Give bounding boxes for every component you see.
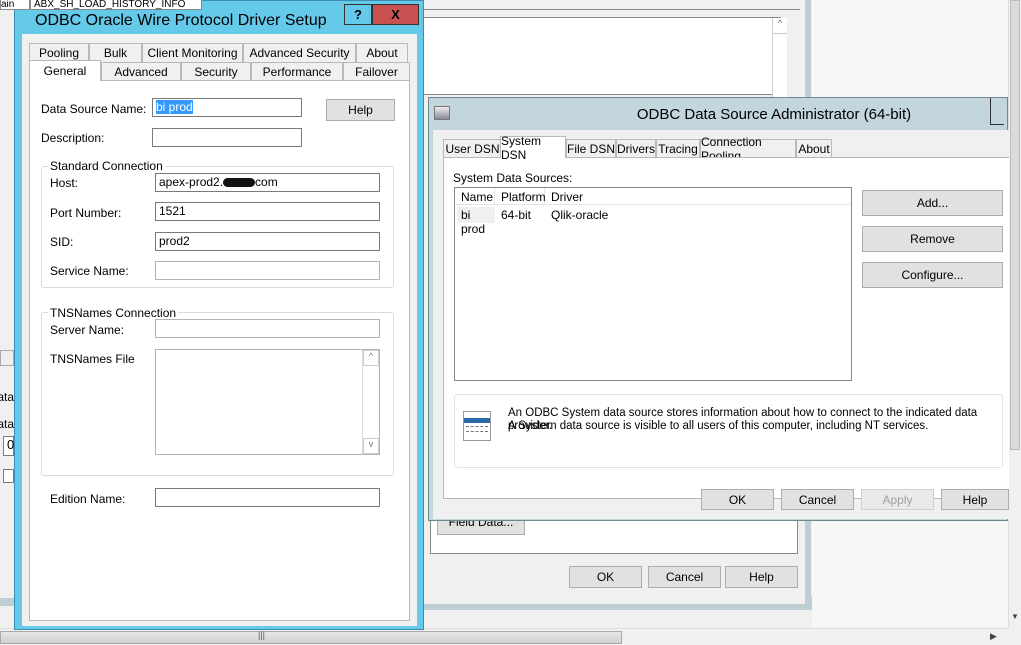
tab-advanced-security[interactable]: Advanced Security <box>243 43 356 62</box>
selected-text: bi prod <box>156 100 193 114</box>
host-label: Host: <box>50 176 79 190</box>
table-row[interactable]: bi prod 64-bit Qlik-oracle <box>455 207 851 236</box>
help-button[interactable]: Help <box>941 489 1009 510</box>
edition-name-input[interactable] <box>155 488 380 507</box>
scroll-down-icon[interactable]: v <box>363 438 379 454</box>
server-name-label: Server Name: <box>50 323 125 337</box>
odbc-admin-dialog: ODBC Data Source Administrator (64-bit) … <box>428 97 1009 521</box>
background-help-button[interactable]: Help <box>725 566 798 588</box>
background-field[interactable]: 0 <box>3 436 14 456</box>
window-frame <box>424 596 812 610</box>
cell-name: bi prod <box>457 207 495 236</box>
dialog-body: User DSN System DSN File DSN Drivers Tra… <box>433 130 1009 519</box>
service-name-label: Service Name: <box>50 264 129 278</box>
host-input[interactable]: apex-prod2. com <box>155 173 380 192</box>
background-label: ata <box>0 417 14 431</box>
data-source-name-input[interactable]: bi prod <box>152 98 302 117</box>
server-name-input[interactable] <box>155 319 380 338</box>
vertical-scrollbar[interactable]: ▼ <box>1008 0 1021 628</box>
list-label: System Data Sources: <box>453 171 573 185</box>
tab-about[interactable]: About <box>356 43 408 62</box>
description-input[interactable] <box>152 128 302 147</box>
tnsnames-file-textarea[interactable] <box>155 349 380 455</box>
ok-button[interactable]: OK <box>701 489 774 510</box>
help-button[interactable]: Help <box>326 99 395 121</box>
service-name-input[interactable] <box>155 261 380 280</box>
scroll-right-icon[interactable]: ▶ <box>990 631 997 642</box>
system-dsn-panel: System Data Sources: Name Platform Drive… <box>443 157 1009 499</box>
window-frame <box>0 598 14 606</box>
scroll-up-icon[interactable]: ^ <box>773 18 787 34</box>
question-icon: ? <box>354 7 362 22</box>
data-sources-list[interactable]: Name Platform Driver bi prod 64-bit Qlik… <box>454 187 852 381</box>
host-suffix: com <box>255 175 278 189</box>
title-button-partial[interactable] <box>990 98 1004 125</box>
textarea-scrollbar[interactable]: ^ v <box>362 350 379 454</box>
dialog-title: ODBC Data Source Administrator (64-bit) <box>636 106 912 123</box>
data-source-name-label: Data Source Name: <box>41 102 147 116</box>
cell-driver: Qlik-oracle <box>551 208 609 222</box>
tab-failover[interactable]: Failover <box>343 62 410 80</box>
dialog-title: ODBC Oracle Wire Protocol Driver Setup <box>35 12 327 29</box>
cancel-button[interactable]: Cancel <box>781 489 854 510</box>
tab-tracing[interactable]: Tracing <box>656 139 700 157</box>
group-title: TNSNames Connection <box>48 306 179 320</box>
grip-icon: ||| <box>258 630 266 640</box>
tab-connection-pooling[interactable]: Connection Pooling <box>700 135 796 163</box>
port-input[interactable]: 1521 <box>155 202 380 221</box>
group-title: Standard Connection <box>48 159 165 173</box>
tab-about[interactable]: About <box>796 139 832 157</box>
info-box: An ODBC System data source stores inform… <box>454 394 1003 468</box>
tab-advanced[interactable]: Advanced <box>101 62 181 80</box>
close-icon: X <box>391 7 400 22</box>
tab-drivers[interactable]: Drivers <box>616 139 656 157</box>
data-source-icon <box>463 411 491 441</box>
tab-user-dsn[interactable]: User DSN <box>443 139 502 157</box>
background-table-name: ABX_SH_LOAD_HISTORY_INFO <box>30 0 202 10</box>
column-header-name[interactable]: Name <box>455 188 495 205</box>
tnsnames-file-label: TNSNames File <box>50 352 135 366</box>
tab-client-monitoring[interactable]: Client Monitoring <box>142 43 243 62</box>
apply-button[interactable]: Apply <box>861 489 934 510</box>
background-cancel-button[interactable]: Cancel <box>648 566 721 588</box>
tab-system-dsn[interactable]: System DSN <box>500 134 566 162</box>
background-text-area[interactable] <box>420 17 781 95</box>
tab-security[interactable]: Security <box>181 62 251 80</box>
dialog-body: Pooling Bulk Client Monitoring Advanced … <box>22 34 417 626</box>
background-checkbox[interactable] <box>3 469 14 483</box>
edition-name-label: Edition Name: <box>50 492 126 506</box>
background-tab[interactable]: ain <box>0 0 30 10</box>
scroll-down-icon[interactable]: ▼ <box>1011 612 1019 621</box>
background-tab-stub[interactable] <box>0 350 14 366</box>
scrollbar-thumb[interactable] <box>0 631 622 644</box>
remove-button[interactable]: Remove <box>862 226 1003 252</box>
scroll-up-icon[interactable]: ^ <box>363 350 379 366</box>
description-label: Description: <box>41 131 105 145</box>
sid-label: SID: <box>50 235 74 249</box>
oracle-setup-dialog: ODBC Oracle Wire Protocol Driver Setup ?… <box>14 0 424 630</box>
column-header-platform[interactable]: Platform <box>495 188 546 205</box>
background-ok-button[interactable]: OK <box>569 566 642 588</box>
list-header: Name Platform Driver <box>455 188 851 205</box>
host-text: apex-prod2. <box>159 175 224 189</box>
general-tab-panel: Data Source Name: bi prod Help Descripti… <box>29 80 410 621</box>
redaction-mark <box>223 178 256 188</box>
tab-general[interactable]: General <box>29 60 101 81</box>
help-title-button[interactable]: ? <box>344 4 372 25</box>
background-label: ata <box>0 390 14 404</box>
background-scrollbar[interactable]: ^ <box>772 18 787 98</box>
info-text-2: A System data source is visible to all u… <box>508 420 929 432</box>
scrollbar-thumb[interactable] <box>1010 0 1020 450</box>
cell-platform: 64-bit <box>501 208 532 222</box>
tab-file-dsn[interactable]: File DSN <box>566 139 616 157</box>
column-header-driver[interactable]: Driver <box>545 188 851 205</box>
sid-input[interactable]: prod2 <box>155 232 380 251</box>
horizontal-scrollbar[interactable]: ||| ▶ <box>0 628 1008 645</box>
tab-performance[interactable]: Performance <box>251 62 343 80</box>
close-button[interactable]: X <box>372 4 419 25</box>
configure-button[interactable]: Configure... <box>862 262 1003 288</box>
port-label: Port Number: <box>50 206 122 220</box>
add-button[interactable]: Add... <box>862 190 1003 216</box>
